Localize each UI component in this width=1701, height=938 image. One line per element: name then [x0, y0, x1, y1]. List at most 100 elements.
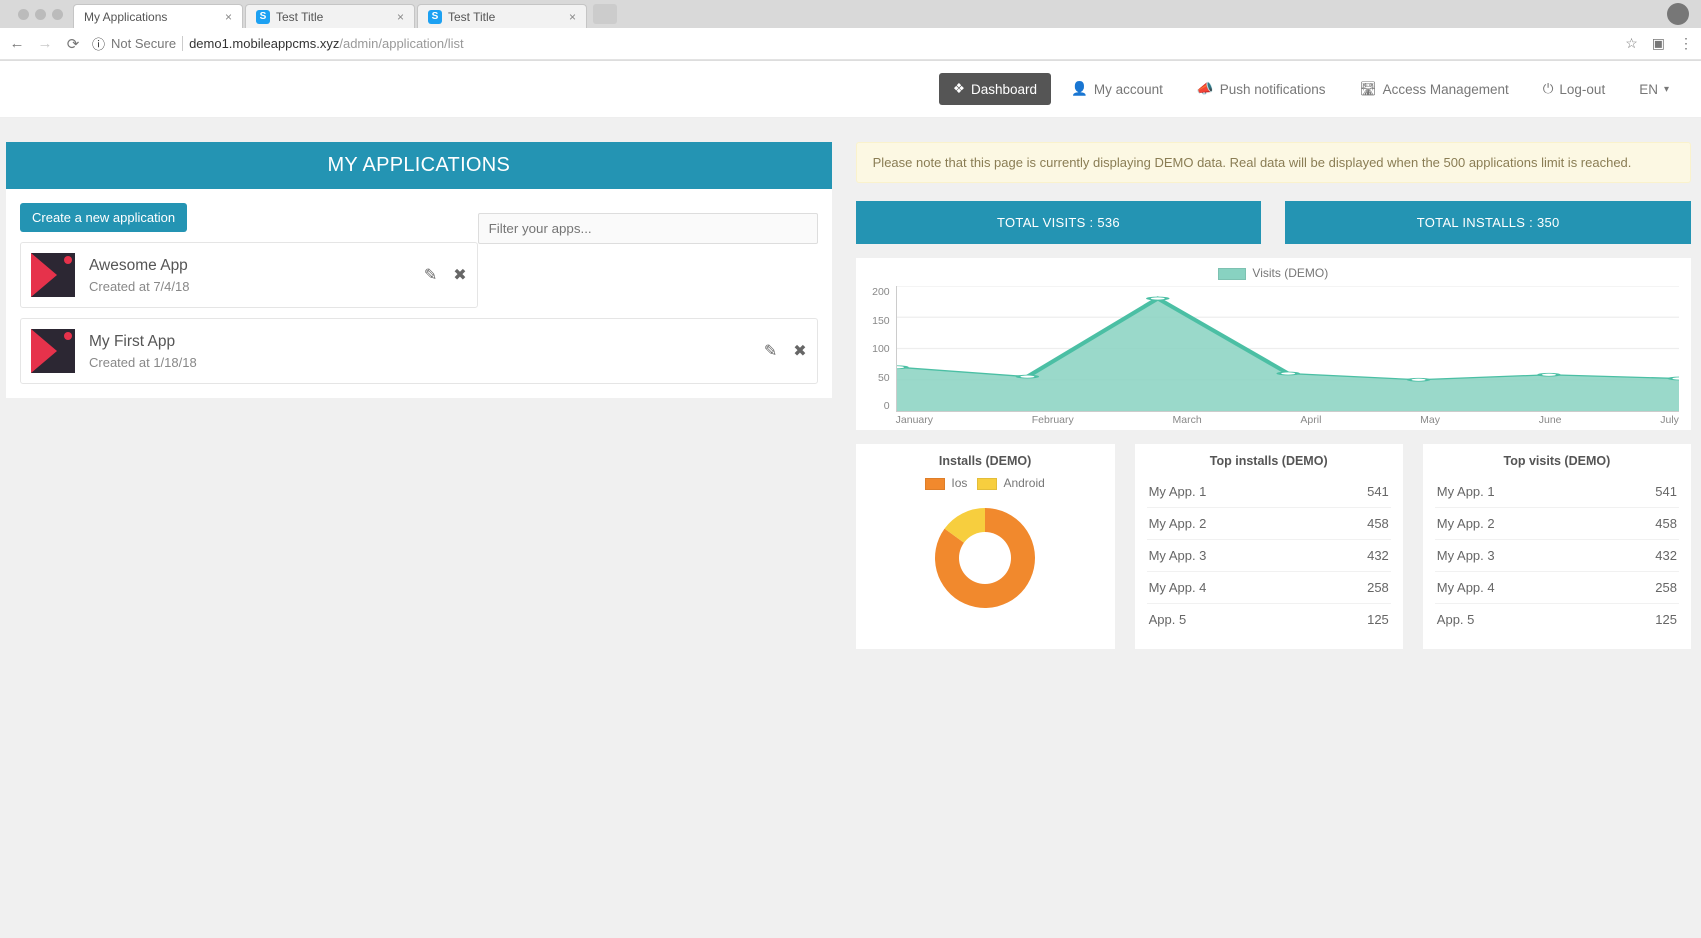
delete-icon[interactable]: ✖ [453, 265, 466, 285]
table-row: App. 5125 [1435, 604, 1679, 636]
app-name: Awesome App [89, 257, 189, 275]
close-tab-icon[interactable]: × [397, 10, 404, 24]
rank-app: My App. 4 [1435, 572, 1607, 604]
rank-value: 432 [1607, 540, 1679, 572]
top-nav: ❖Dashboard 👤 My account 📣Push notificatio… [0, 61, 1701, 118]
visits-legend: Visits (DEMO) [864, 266, 1683, 280]
close-tab-icon[interactable]: × [225, 10, 232, 24]
url-host: demo1.mobileappcms.xyz [189, 36, 339, 51]
rank-app: App. 5 [1147, 604, 1319, 636]
favicon: S [256, 10, 270, 24]
x-tick: May [1420, 414, 1440, 426]
x-tick: April [1300, 414, 1321, 426]
app-name: My First App [89, 333, 197, 351]
panel-title: MY APPLICATIONS [6, 142, 832, 189]
browser-chrome: My Applications×STest Title×STest Title×… [0, 0, 1701, 61]
rank-value: 458 [1607, 508, 1679, 540]
rank-value: 125 [1319, 604, 1391, 636]
close-window-icon[interactable] [18, 9, 29, 20]
table-row: My App. 3432 [1147, 540, 1391, 572]
nav-logout[interactable]: ⏻Log-out [1529, 73, 1619, 105]
table-row: My App. 1541 [1147, 476, 1391, 508]
browser-tab[interactable]: My Applications× [73, 4, 243, 28]
x-tick: February [1032, 414, 1074, 426]
ios-swatch [925, 478, 945, 490]
nav-access[interactable]: 🛣Access Management [1346, 73, 1523, 105]
app-created: Created at 1/18/18 [89, 355, 197, 370]
menu-icon[interactable]: ⋮ [1679, 35, 1693, 52]
nav-dashboard[interactable]: ❖Dashboard [939, 73, 1051, 105]
y-tick: 50 [866, 372, 890, 384]
nav-my-account-label: My account [1094, 82, 1163, 97]
visits-chart-card: Visits (DEMO) 200150100500 JanuaryFebrua… [856, 258, 1691, 430]
rank-value: 541 [1607, 476, 1679, 508]
back-icon[interactable]: ← [8, 35, 26, 52]
chevron-down-icon: ▾ [1664, 84, 1669, 95]
left-column: MY APPLICATIONS Create a new application… [6, 142, 832, 649]
new-tab-button[interactable] [593, 4, 617, 24]
rank-value: 541 [1319, 476, 1391, 508]
application-row[interactable]: Awesome AppCreated at 7/4/18✎✖ [20, 242, 478, 308]
nav-push[interactable]: 📣Push notifications [1183, 73, 1340, 105]
nav-dashboard-label: Dashboard [971, 82, 1037, 97]
browser-tab[interactable]: STest Title× [417, 4, 587, 28]
table-row: My App. 2458 [1147, 508, 1391, 540]
info-icon: ⓘ [92, 34, 105, 53]
rank-value: 258 [1319, 572, 1391, 604]
url-display[interactable]: ⓘ Not Secure demo1.mobileappcms.xyz/admi… [92, 34, 1615, 53]
app-icon [31, 253, 75, 297]
nav-language[interactable]: EN ▾ [1625, 73, 1683, 105]
application-row[interactable]: My First App Created at 1/18/18 ✎ ✖ [20, 318, 818, 384]
filter-apps-input[interactable] [478, 213, 818, 244]
tab-bar: My Applications×STest Title×STest Title× [0, 0, 1701, 28]
profile-avatar-icon[interactable] [1667, 3, 1689, 25]
minimize-window-icon[interactable] [35, 9, 46, 20]
table-row: My App. 2458 [1435, 508, 1679, 540]
nav-my-account[interactable]: 👤 My account [1057, 73, 1177, 105]
rank-app: App. 5 [1435, 604, 1607, 636]
y-tick: 100 [866, 343, 890, 355]
x-tick: January [896, 414, 933, 426]
android-label: Android [1003, 476, 1044, 490]
table-row: My App. 1541 [1435, 476, 1679, 508]
address-bar: ← → ⟳ ⓘ Not Secure demo1.mobileappcms.xy… [0, 28, 1701, 60]
ios-label: Ios [951, 476, 967, 490]
y-tick: 200 [866, 286, 890, 298]
installs-donut-card: Installs (DEMO) Ios Android [856, 444, 1115, 649]
camera-icon[interactable]: ▣ [1652, 35, 1665, 52]
bullhorn-icon: 📣 [1197, 81, 1214, 97]
forward-icon[interactable]: → [36, 35, 54, 52]
nav-language-label: EN [1639, 82, 1658, 97]
total-installs-box: TOTAL INSTALLS : 350 [1285, 201, 1691, 244]
x-tick: July [1660, 414, 1679, 426]
x-tick: June [1539, 414, 1562, 426]
edit-icon[interactable]: ✎ [424, 265, 437, 285]
table-row: My App. 3432 [1435, 540, 1679, 572]
close-tab-icon[interactable]: × [569, 10, 576, 24]
android-swatch [977, 478, 997, 490]
user-icon: 👤 [1071, 81, 1088, 97]
browser-tab[interactable]: S Test Title × [245, 4, 415, 28]
table-row: My App. 4258 [1435, 572, 1679, 604]
donut-legend: Ios Android [868, 476, 1103, 490]
delete-icon[interactable]: ✖ [793, 341, 806, 361]
rank-value: 258 [1607, 572, 1679, 604]
rank-app: My App. 3 [1147, 540, 1319, 572]
rank-value: 458 [1319, 508, 1391, 540]
top-visits-title: Top visits (DEMO) [1435, 454, 1679, 468]
rank-app: My App. 4 [1147, 572, 1319, 604]
create-application-button[interactable]: Create a new application [20, 203, 187, 232]
bookmark-icon[interactable]: ☆ [1625, 35, 1638, 52]
power-icon: ⏻ [1543, 81, 1554, 97]
rank-app: My App. 1 [1435, 476, 1607, 508]
reload-icon[interactable]: ⟳ [64, 35, 82, 53]
edit-icon[interactable]: ✎ [764, 341, 777, 361]
url-path: /admin/application/list [339, 36, 463, 51]
app-icon [31, 329, 75, 373]
rank-app: My App. 3 [1435, 540, 1607, 572]
tab-title: Test Title [276, 10, 323, 24]
maximize-window-icon[interactable] [52, 9, 63, 20]
visits-legend-label: Visits (DEMO) [1252, 266, 1328, 280]
top-visits-card: Top visits (DEMO) My App. 1541My App. 24… [1423, 444, 1691, 649]
visits-swatch [1218, 268, 1246, 280]
